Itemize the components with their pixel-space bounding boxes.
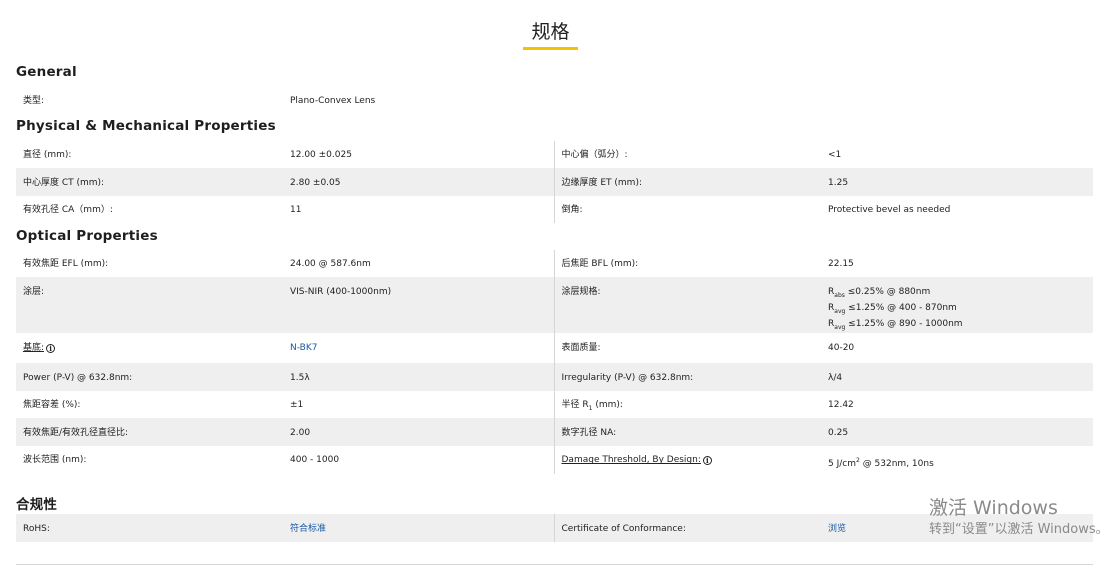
coating-spec-label: 涂层规格: [553,277,821,334]
coc-label: Certificate of Conformance: [553,514,821,542]
page-title-wrap: 规格 [0,20,1101,50]
focal-tolerance-value: ±1 [290,400,304,411]
focal-tolerance-label: 焦距容差 (%): [23,400,81,411]
spec-row-fnumber: 有效焦距/有效孔径直径比: 2.00 数字孔径 NA: 0.25 [16,418,1093,447]
coating-spec-line: Ravg ≤1.25% @ 400 - 870nm [828,302,957,315]
diameter-label: 直径 (mm): [23,150,72,160]
footer-divider [16,564,1093,565]
spec-row-diameter: 直径 (mm): 12.00 ±0.025 中心偏（弧分）: <1 [16,141,1093,168]
section-title-optical: Optical Properties [16,228,158,244]
bfl-value: 22.15 [828,259,854,269]
spec-row-power: Power (P-V) @ 632.8nm: 1.5λ Irregularity… [16,363,1093,392]
damage-value: 5 J/cm2 @ 532nm, 10ns [828,457,934,470]
ct-value: 2.80 ±0.05 [283,168,554,196]
fnumber-label: 有效焦距/有效孔径直径比: [16,418,283,447]
section-title-compliance: 合规性 [16,497,58,513]
optical-table: 有效焦距 EFL (mm): 24.00 @ 587.6nm 后焦距 BFL (… [16,250,1093,475]
rohs-value-cell: 符合标准 [283,514,554,542]
substrate-link[interactable]: N-BK7 [290,343,317,353]
surface-quality-value: 40-20 [828,343,855,354]
info-icon[interactable]: i [702,456,712,466]
et-value: 1.25 [821,168,1093,196]
et-label: 边缘厚度 ET (mm): [553,168,821,196]
spec-row-ct: 中心厚度 CT (mm): 2.80 ±0.05 边缘厚度 ET (mm): 1… [16,168,1093,196]
spec-row-efl: 有效焦距 EFL (mm): 24.00 @ 587.6nm 后焦距 BFL (… [16,250,1093,277]
radius-label: 半径 R1 (mm): [553,391,821,419]
spec-row-substrate: 基底: i N-BK7 表面质量: 40-20 [16,333,1093,364]
coating-value: VIS-NIR (400-1000nm) [283,277,554,334]
watermark-title: 激活 Windows [929,497,1058,519]
irregularity-label: Irregularity (P-V) @ 632.8nm: [553,363,821,392]
damage-label[interactable]: Damage Threshold, By Design: [562,455,701,465]
ca-label: 有效孔径 CA（mm）: [23,205,113,215]
coating-label: 涂层: [16,277,283,334]
surface-quality-label: 表面质量: [553,333,821,364]
physical-table: 直径 (mm): 12.00 ±0.025 中心偏（弧分）: <1 中心厚度 C… [16,141,1093,223]
windows-activation-watermark: 激活 Windows 转到“设置”以激活 Windows。 [929,497,1101,539]
spec-row-ca: 有效孔径 CA（mm）: 11 倒角: Protective bevel as … [16,196,1093,223]
wavelength-value: 400 - 1000 [290,455,340,466]
rohs-link[interactable]: 符合标准 [290,524,326,534]
coating-spec-line: Ravg ≤1.25% @ 890 - 1000nm [828,318,963,331]
substrate-value-cell: N-BK7 [283,333,554,363]
ct-label: 中心厚度 CT (mm): [16,168,283,196]
efl-value: 24.00 @ 587.6nm [290,259,371,269]
na-label: 数字孔径 NA: [553,418,821,447]
section-title-general: General [16,64,77,80]
radius-value: 12.42 [828,400,854,411]
bevel-label: 倒角: [553,196,821,223]
irregularity-value: λ/4 [821,363,1093,392]
general-table: 类型: Plano-Convex Lens [16,92,1093,114]
spec-row-type: 类型: Plano-Convex Lens [16,92,1093,114]
section-title-physical: Physical & Mechanical Properties [16,118,276,134]
substrate-label-cell: 基底: i [16,333,283,363]
coc-link[interactable]: 浏览 [828,524,846,534]
bevel-value: Protective bevel as needed [828,205,951,215]
rohs-label: RoHS: [16,514,283,542]
power-value: 1.5λ [283,363,554,392]
spec-row-focal-tolerance: 焦距容差 (%): ±1 半径 R1 (mm): 12.42 [16,391,1093,419]
damage-label-cell: Damage Threshold, By Design: i [553,446,821,475]
power-label: Power (P-V) @ 632.8nm: [16,363,283,392]
spec-row-coating: 涂层: VIS-NIR (400-1000nm) 涂层规格: Rabs ≤0.2… [16,277,1093,334]
na-value: 0.25 [821,418,1093,447]
coating-spec-line: Rabs ≤0.25% @ 880nm [828,287,931,299]
fnumber-value: 2.00 [283,418,554,447]
type-label: 类型: [23,96,45,106]
diameter-value: 12.00 ±0.025 [290,150,352,160]
bfl-label: 后焦距 BFL (mm): [553,250,821,277]
centering-label: 中心偏（弧分）: [553,141,821,168]
page-title: 规格 [523,20,578,50]
wavelength-label: 波长范围 (nm): [23,455,87,466]
efl-label: 有效焦距 EFL (mm): [23,259,109,269]
coating-spec-value: Rabs ≤0.25% @ 880nm Ravg ≤1.25% @ 400 - … [821,277,1093,334]
substrate-label[interactable]: 基底: [23,343,44,353]
spec-row-wavelength: 波长范围 (nm): 400 - 1000 Damage Threshold, … [16,446,1093,475]
centering-value: <1 [828,150,842,160]
ca-value: 11 [290,205,302,215]
watermark-subtitle: 转到“设置”以激活 Windows。 [929,522,1101,537]
type-value: Plano-Convex Lens [290,96,376,106]
info-icon[interactable]: i [46,344,56,354]
